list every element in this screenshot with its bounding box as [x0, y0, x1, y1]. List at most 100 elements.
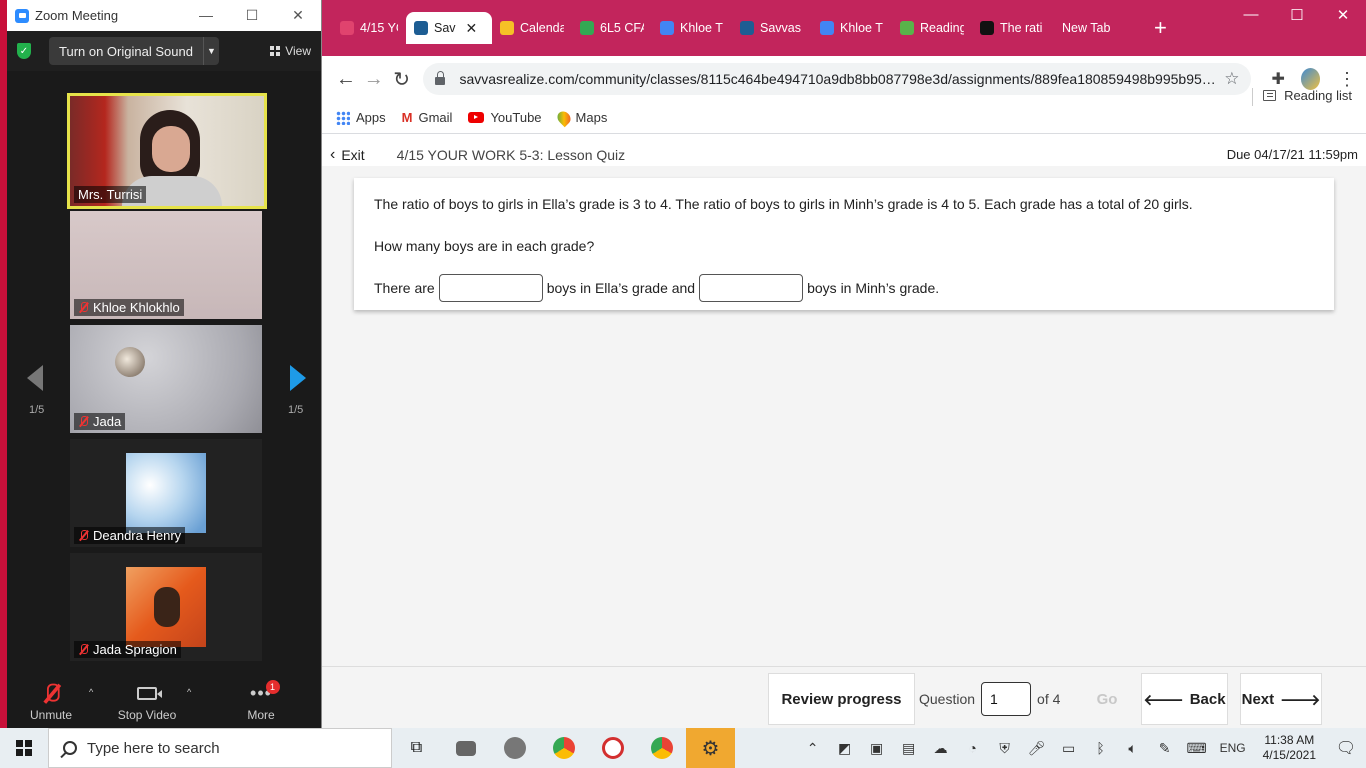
unmute-button[interactable]: Unmute	[30, 678, 72, 728]
close-icon[interactable]: ✕	[1320, 6, 1366, 24]
profile-avatar[interactable]	[1300, 68, 1321, 90]
language-indicator[interactable]: ENG	[1213, 741, 1253, 755]
chrome-icon[interactable]	[637, 728, 686, 768]
browser-tab[interactable]: Khloe T	[812, 12, 892, 44]
windows-logo-icon	[16, 740, 32, 756]
ella-boys-input[interactable]	[438, 274, 543, 302]
original-sound-button[interactable]: Turn on Original Sound ▼	[49, 37, 219, 65]
new-tab-plus-icon[interactable]: +	[1154, 16, 1167, 40]
kebab-menu-icon[interactable]: ⋮	[1338, 69, 1356, 90]
vr-app-icon[interactable]	[490, 728, 539, 768]
exit-button[interactable]: ‹ Exit	[330, 146, 365, 164]
start-button[interactable]	[0, 728, 48, 768]
browser-tab[interactable]: New Tab	[1054, 12, 1134, 44]
bookmark-star-icon[interactable]: ☆	[1224, 69, 1239, 89]
participant-tile[interactable]: Deandra Henry	[70, 439, 262, 547]
chrome-window: 4/15 YO Sav ✕ Calenda 6L5 CFA Khloe T Savvas Kh…	[322, 0, 1366, 728]
video-camera-icon	[137, 686, 162, 700]
browser-tab[interactable]: Khloe T	[652, 12, 732, 44]
browser-tab[interactable]: 6L5 CFA	[572, 12, 652, 44]
audio-options-caret-icon[interactable]: ^	[89, 687, 93, 697]
bookmark-maps[interactable]: Maps	[554, 108, 607, 127]
network-icon[interactable]: ◔	[957, 740, 989, 756]
next-page-arrow-icon[interactable]	[290, 365, 306, 391]
view-button[interactable]: View	[270, 44, 311, 58]
task-view-icon[interactable]: ⧉	[392, 728, 441, 768]
maximize-icon[interactable]: ☐	[1274, 6, 1320, 24]
keyboard-icon[interactable]: ⌨	[1181, 740, 1213, 757]
extensions-puzzle-icon[interactable]: ✚	[1271, 69, 1284, 89]
back-button[interactable]: 🡐 Back	[1141, 673, 1228, 725]
reload-icon[interactable]: ↻	[388, 67, 416, 92]
browser-tab[interactable]: Savvas	[732, 12, 812, 44]
reading-list-button[interactable]: Reading list	[1263, 88, 1352, 103]
lock-icon[interactable]	[435, 71, 446, 85]
chevron-left-icon: ‹	[330, 146, 336, 163]
shield-check-icon[interactable]: ✓	[17, 43, 31, 59]
bluetooth-icon[interactable]: ᛒ	[1085, 740, 1117, 756]
desktop: Zoom Meeting — ☐ ✕ ✓ Turn on Original So…	[0, 0, 1366, 768]
close-icon[interactable]: ✕	[275, 7, 321, 24]
bookmark-apps[interactable]: Apps	[336, 110, 386, 125]
settings-gear-icon[interactable]: ⚙	[686, 728, 735, 768]
page-indicator-right: 1/5	[288, 404, 304, 416]
chevron-down-icon[interactable]: ▼	[202, 37, 219, 65]
back-arrow-icon[interactable]: ←	[332, 68, 360, 91]
savvas-s-icon	[414, 21, 428, 35]
more-button[interactable]: ••• 1 More	[243, 678, 280, 728]
review-progress-button[interactable]: Review progress	[768, 673, 915, 725]
notifications-icon[interactable]: 🗨︎	[1326, 738, 1366, 758]
volume-icon[interactable]: 🔈︎	[1117, 740, 1149, 757]
browser-tab[interactable]: Calenda	[492, 12, 572, 44]
minh-boys-input[interactable]	[699, 274, 804, 302]
previous-page-arrow-icon[interactable]	[27, 365, 43, 391]
question-label: Question	[919, 691, 976, 707]
show-hidden-icons-icon[interactable]: ⌃	[797, 740, 829, 757]
tab-label: Sav	[434, 21, 456, 35]
maximize-icon[interactable]: ☐	[229, 7, 275, 24]
address-bar[interactable]: savvasrealize.com/community/classes/8115…	[423, 63, 1252, 95]
bookmark-gmail[interactable]: M Gmail	[402, 110, 453, 125]
tray-app-icon[interactable]: ◩	[829, 740, 861, 757]
question-card: The ratio of boys to girls in Ella’s gra…	[354, 178, 1334, 310]
clock[interactable]: 11:38 AM 4/15/2021	[1253, 733, 1326, 763]
video-options-caret-icon[interactable]: ^	[187, 687, 191, 697]
camera-app-icon[interactable]	[441, 728, 490, 768]
taskbar-search[interactable]: Type here to search	[48, 728, 392, 768]
minimize-icon[interactable]: —	[183, 7, 229, 24]
search-placeholder: Type here to search	[87, 739, 220, 757]
tray-app-icon[interactable]: ▤	[893, 740, 925, 757]
participant-tile[interactable]: Jada Spragion	[70, 553, 262, 661]
battery-icon[interactable]: ▭	[1053, 740, 1085, 757]
participant-tile[interactable]: Jada	[70, 325, 262, 433]
chrome-icon[interactable]	[539, 728, 588, 768]
microphone-icon[interactable]: 🎤︎	[1021, 740, 1053, 757]
participant-tile[interactable]: Mrs. Turrisi	[67, 93, 267, 209]
tab-label: 4/15 YO	[360, 21, 398, 35]
close-tab-icon[interactable]: ✕	[466, 20, 478, 37]
tab-label: New Tab	[1062, 21, 1111, 35]
browser-tab[interactable]: The rati	[972, 12, 1054, 44]
forward-arrow-icon[interactable]: →	[360, 68, 388, 91]
browser-tab[interactable]: Sav ✕	[406, 12, 492, 44]
bookmark-youtube[interactable]: YouTube	[468, 110, 542, 125]
participant-tile[interactable]: Khloe Khlokhlo	[70, 211, 262, 319]
swirl-app-icon[interactable]	[588, 728, 637, 768]
zoom-window: Zoom Meeting — ☐ ✕ ✓ Turn on Original So…	[0, 0, 322, 728]
minimize-icon[interactable]: —	[1228, 6, 1274, 24]
next-button[interactable]: Next 🡒	[1240, 673, 1322, 725]
pen-icon[interactable]: ✎	[1149, 740, 1181, 757]
mic-muted-icon	[78, 530, 89, 541]
zoom-tray-icon[interactable]: ▣	[861, 740, 893, 757]
arrow-right-icon: 🡒	[1280, 691, 1321, 709]
tray-app-icon[interactable]: ☁	[925, 740, 957, 757]
question-number-input[interactable]: 1	[981, 682, 1032, 716]
security-icon[interactable]: ⛨	[989, 740, 1021, 757]
browser-tab[interactable]: Reading	[892, 12, 972, 44]
tab-label: 6L5 CFA	[600, 21, 644, 35]
url-text[interactable]: savvasrealize.com/community/classes/8115…	[459, 71, 1216, 87]
go-button[interactable]: Go	[1077, 673, 1137, 725]
docs-icon	[820, 21, 834, 35]
browser-tab[interactable]: 4/15 YO	[332, 12, 406, 44]
stop-video-button[interactable]: Stop Video	[117, 678, 177, 728]
